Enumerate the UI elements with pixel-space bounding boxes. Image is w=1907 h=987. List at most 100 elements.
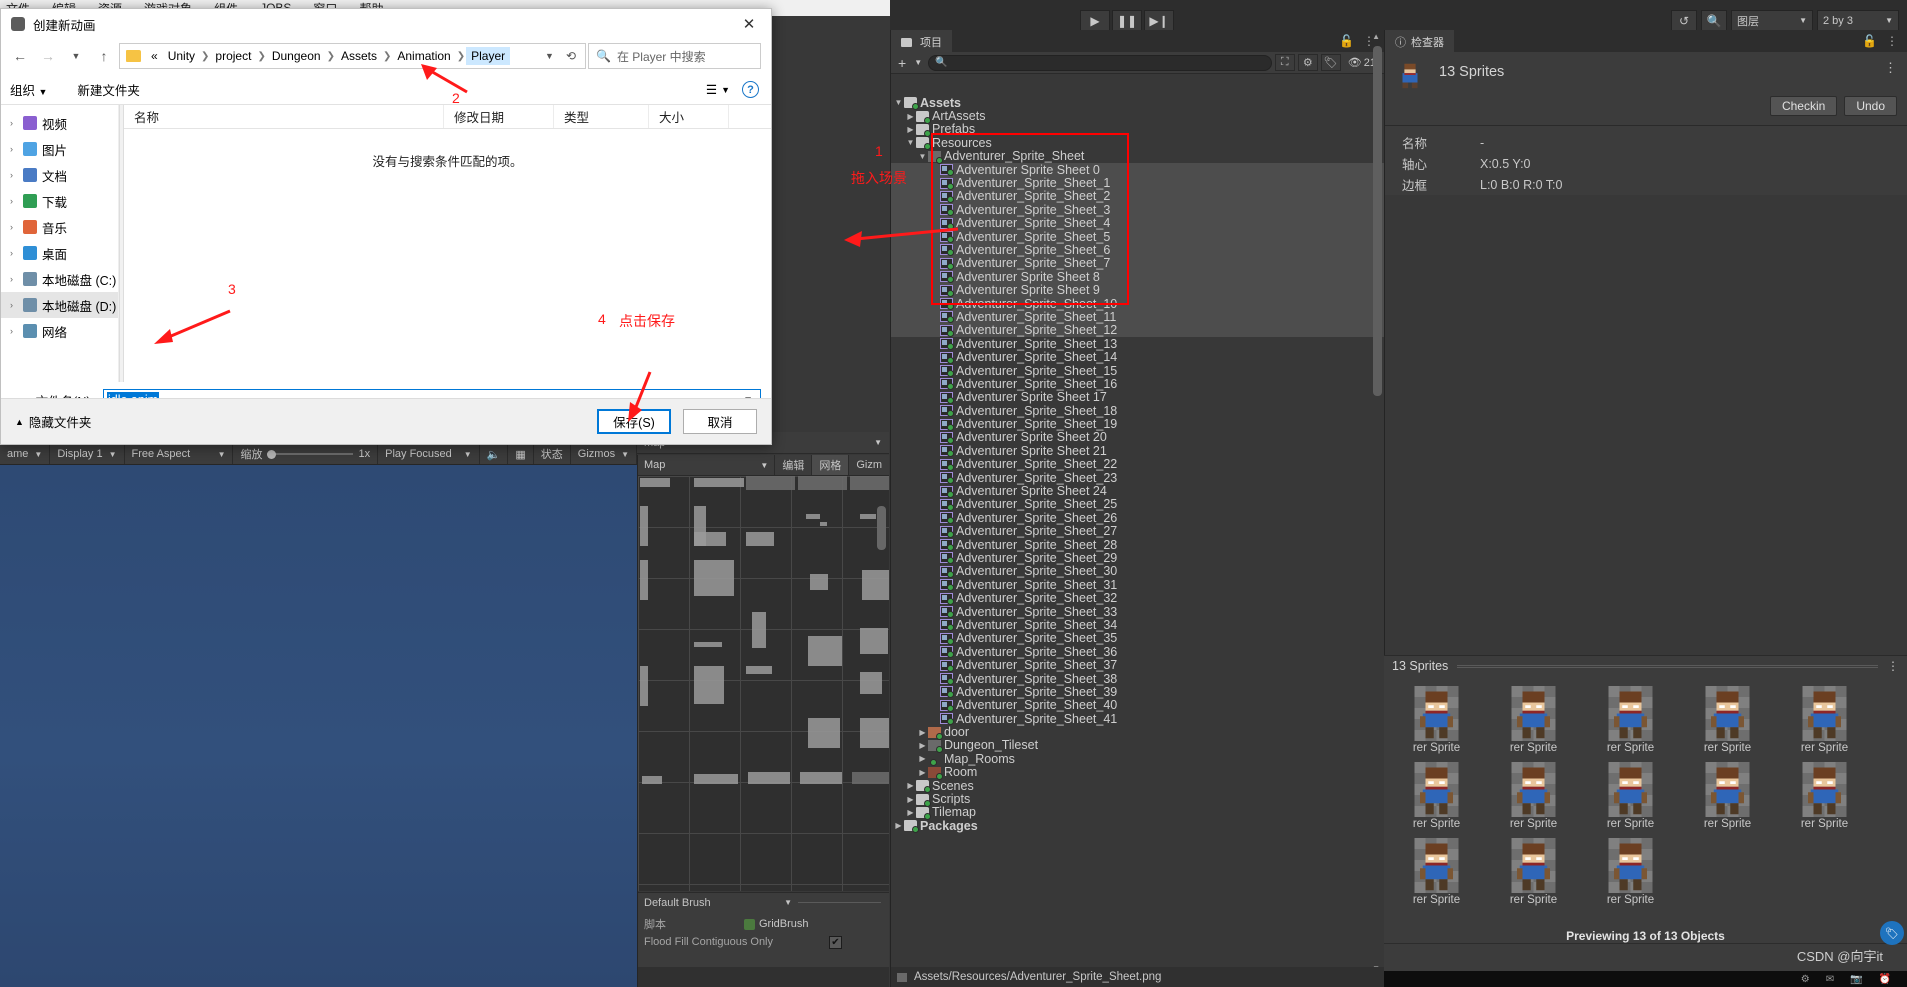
tab-inspector[interactable]: ⓘ 检查器	[1385, 30, 1454, 52]
brush-script-value[interactable]: GridBrush	[744, 918, 809, 930]
pause-button[interactable]: ❚❚	[1112, 9, 1142, 32]
disclosure-triangle-icon[interactable]: ▼	[905, 138, 916, 147]
column-modified[interactable]: 修改日期	[444, 105, 554, 128]
refresh-icon[interactable]: ⟲	[566, 49, 576, 63]
preview-sprite-cell[interactable]: rer Sprite	[1782, 686, 1867, 754]
asset-tree-row[interactable]: Adventurer_Sprite_Sheet_26	[891, 511, 1384, 525]
kebab-menu-icon[interactable]: ⋮	[1887, 659, 1899, 673]
preview-sprite-cell[interactable]: rer Sprite	[1685, 686, 1770, 754]
asset-tree-row[interactable]: ▶ door	[891, 725, 1384, 740]
back-arrow-icon[interactable]: ←	[7, 43, 33, 69]
stats-button[interactable]: 状态	[534, 444, 571, 464]
asset-tree-row[interactable]: Adventurer Sprite Sheet 9	[891, 283, 1384, 297]
asset-tree-row[interactable]: Adventurer Sprite Sheet 21	[891, 444, 1384, 458]
filter-label-icon[interactable]: 🏷	[1320, 54, 1341, 71]
asset-tree-row[interactable]: ▶ Room	[891, 765, 1384, 780]
preview-sprite-cell[interactable]: rer Sprite	[1394, 838, 1479, 906]
asset-tree-row[interactable]: Adventurer_Sprite_Sheet_29	[891, 551, 1384, 565]
slider-track[interactable]	[267, 449, 354, 459]
project-search-input[interactable]: 🔍	[928, 54, 1272, 71]
project-scrollbar[interactable]: ▲ ▼	[1372, 32, 1382, 973]
asset-tree-row[interactable]: Adventurer_Sprite_Sheet_10	[891, 297, 1384, 311]
asset-tree-row[interactable]: Adventurer_Sprite_Sheet_22	[891, 457, 1384, 471]
project-scroll-thumb[interactable]	[1373, 46, 1382, 396]
gizmos-dropdown[interactable]: Gizmos ▼	[571, 444, 637, 464]
asset-tree-row[interactable]: Adventurer_Sprite_Sheet_34	[891, 618, 1384, 632]
dialog-place-item[interactable]: › 图片	[1, 136, 118, 162]
history-icon[interactable]: ↺	[1671, 9, 1697, 32]
chevron-right-icon[interactable]: ›	[5, 222, 18, 232]
brush-dropdown[interactable]: Default Brush ▼	[638, 893, 798, 912]
asset-tree-row[interactable]: ▶ Map_Rooms	[891, 752, 1384, 767]
asset-tree-row[interactable]: Adventurer_Sprite_Sheet_41	[891, 712, 1384, 726]
close-icon[interactable]: ✕	[727, 9, 771, 39]
grid-icon[interactable]: ▦	[508, 444, 534, 464]
step-button[interactable]: ▶❙	[1144, 9, 1174, 32]
disclosure-triangle-icon[interactable]: ▶	[905, 808, 916, 817]
asset-tree-row[interactable]: Adventurer_Sprite_Sheet_35	[891, 631, 1384, 645]
asset-tree-row[interactable]: ▶ Dungeon_Tileset	[891, 738, 1384, 753]
organize-button[interactable]: 组织 ▼	[10, 80, 47, 99]
up-arrow-icon[interactable]: ↑	[91, 43, 117, 69]
disclosure-triangle-icon[interactable]: ▶	[893, 821, 904, 830]
asset-tree-row[interactable]: Adventurer_Sprite_Sheet_6	[891, 243, 1384, 257]
preview-sprite-cell[interactable]: rer Sprite	[1782, 762, 1867, 830]
disclosure-triangle-icon[interactable]: ▼	[917, 152, 928, 161]
preview-sprite-cell[interactable]: rer Sprite	[1394, 686, 1479, 754]
lock-icon[interactable]: 🔓	[1862, 34, 1877, 48]
preview-sprite-cell[interactable]: rer Sprite	[1588, 762, 1673, 830]
game-view-canvas[interactable]	[0, 465, 637, 987]
new-folder-button[interactable]: 新建文件夹	[77, 80, 140, 99]
cancel-button[interactable]: 取消	[683, 409, 757, 434]
asset-tree-row[interactable]: Adventurer Sprite Sheet 20	[891, 430, 1384, 444]
preview-sprite-cell[interactable]: rer Sprite	[1491, 762, 1576, 830]
asset-tree-row[interactable]: Adventurer_Sprite_Sheet_30	[891, 564, 1384, 578]
hide-folders-button[interactable]: ▲ 隐藏文件夹	[15, 412, 91, 431]
asset-tree-row[interactable]: ▶ Prefabs	[891, 122, 1384, 137]
view-options-button[interactable]: ☰ ▼	[706, 82, 730, 97]
forward-arrow-icon[interactable]: →	[35, 43, 61, 69]
save-search-icon[interactable]: ⛶	[1274, 54, 1295, 71]
dialog-place-item[interactable]: › 视频	[1, 110, 118, 136]
tag-badge-icon[interactable]: 🏷	[1880, 921, 1904, 945]
asset-tree-row[interactable]: ▶ ArtAssets	[891, 109, 1384, 124]
disclosure-triangle-icon[interactable]: ▶	[905, 781, 916, 790]
flood-fill-checkbox[interactable]: ✔	[829, 935, 842, 949]
asset-tree-row[interactable]: Adventurer_Sprite_Sheet_33	[891, 605, 1384, 619]
play-button[interactable]: ▶	[1080, 9, 1110, 32]
asset-tree-row[interactable]: Adventurer_Sprite_Sheet_3	[891, 203, 1384, 217]
lock-icon[interactable]: 🔓	[1339, 34, 1354, 48]
palette-edit-button[interactable]: 编辑	[774, 455, 811, 475]
asset-tree-row[interactable]: ▶ Packages	[891, 819, 1384, 834]
disclosure-triangle-icon[interactable]: ▶	[905, 112, 916, 121]
asset-tree-row[interactable]: Adventurer_Sprite_Sheet_36	[891, 645, 1384, 659]
help-icon[interactable]: ?	[742, 81, 759, 98]
dialog-place-item[interactable]: › 文档	[1, 162, 118, 188]
column-type[interactable]: 类型	[554, 105, 649, 128]
disclosure-triangle-icon[interactable]: ▶	[905, 125, 916, 134]
asset-tree-row[interactable]: Adventurer_Sprite_Sheet_32	[891, 591, 1384, 605]
asset-tree-row[interactable]: Adventurer_Sprite_Sheet_27	[891, 524, 1384, 538]
disclosure-triangle-icon[interactable]: ▶	[917, 741, 928, 750]
breadcrumb-overflow[interactable]: «	[146, 47, 163, 65]
asset-tree-row[interactable]: Adventurer_Sprite_Sheet_19	[891, 417, 1384, 431]
asset-tree-row[interactable]: ▼ Adventurer_Sprite_Sheet	[891, 149, 1384, 164]
asset-tree-row[interactable]: Adventurer_Sprite_Sheet_11	[891, 310, 1384, 324]
preview-sprite-grid[interactable]: rer Sprite rer Sprite rer Sprite rer Spr…	[1384, 680, 1907, 943]
chevron-right-icon[interactable]: ›	[5, 248, 18, 258]
kebab-menu-icon[interactable]: ⋮	[1884, 60, 1897, 76]
display-dropdown[interactable]: Display 1 ▼	[50, 444, 125, 464]
audio-mode-dropdown[interactable]: Play Focused ▼	[378, 444, 480, 464]
preview-sprite-cell[interactable]: rer Sprite	[1394, 762, 1479, 830]
dialog-place-item[interactable]: › 本地磁盘 (C:)	[1, 266, 118, 292]
asset-tree-row[interactable]: Adventurer_Sprite_Sheet_5	[891, 230, 1384, 244]
layers-dropdown[interactable]: 图层 ▼	[1731, 9, 1813, 32]
chevron-right-icon[interactable]: ❯	[200, 51, 210, 62]
disclosure-triangle-icon[interactable]: ▶	[917, 768, 928, 777]
column-size[interactable]: 大小	[649, 105, 729, 128]
palette-tile-grid[interactable]	[638, 476, 889, 891]
aspect-dropdown[interactable]: Free Aspect ▼	[125, 444, 234, 464]
chevron-right-icon[interactable]: ❯	[382, 51, 392, 62]
breadcrumb-item-assets[interactable]: Assets	[336, 47, 382, 65]
disclosure-triangle-icon[interactable]: ▶	[917, 728, 928, 737]
